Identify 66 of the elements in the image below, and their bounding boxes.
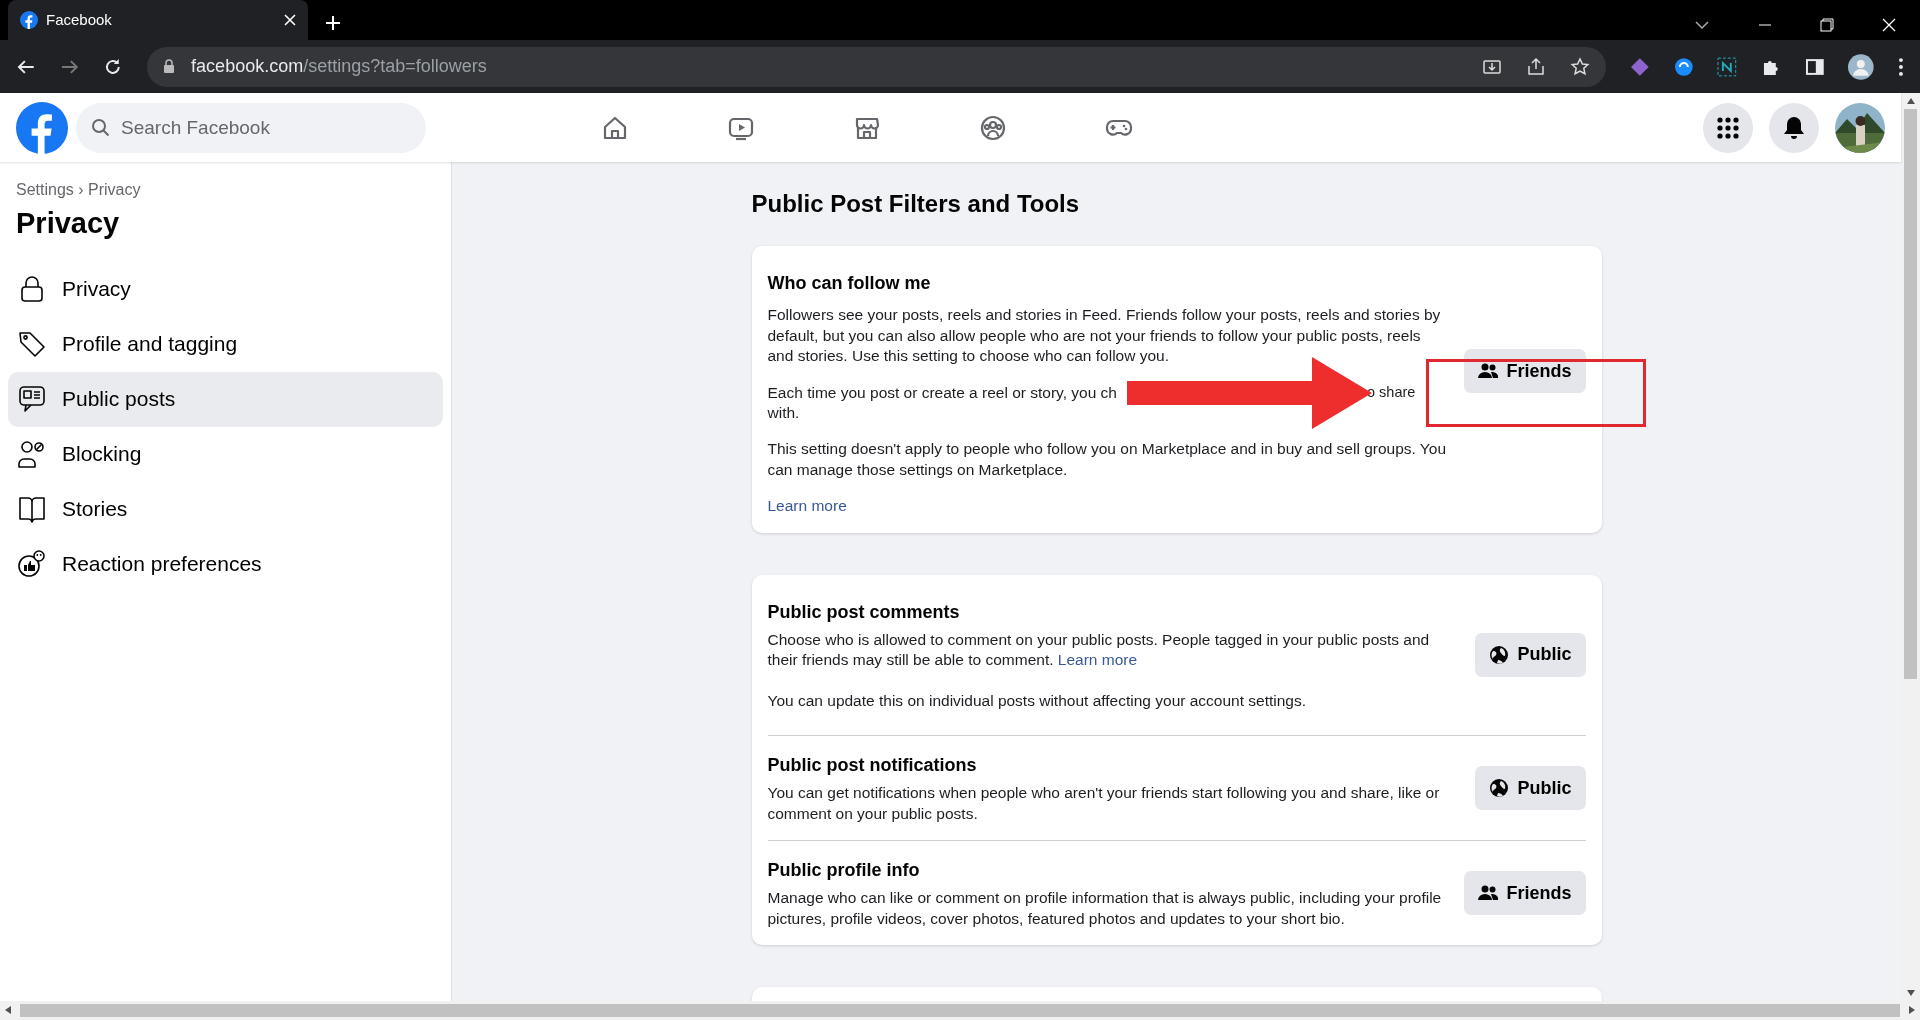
extension-icon[interactable] bbox=[1673, 56, 1694, 77]
globe-icon bbox=[1489, 778, 1510, 799]
bell-icon bbox=[1783, 115, 1805, 140]
audience-button[interactable]: Public bbox=[1475, 766, 1586, 811]
tab-search-icon[interactable] bbox=[1694, 20, 1710, 30]
paragraph-text: You can update this on individual posts without affecting your account settings. bbox=[767, 690, 1308, 711]
facebook-logo[interactable] bbox=[16, 101, 68, 154]
address-bar[interactable]: facebook.com/settings?tab=followers bbox=[147, 46, 1606, 87]
sidebar-item[interactable]: Public posts bbox=[8, 371, 443, 427]
people-icon bbox=[1478, 363, 1499, 380]
scroll-left-icon[interactable] bbox=[4, 1005, 12, 1016]
sidebar-title: Privacy bbox=[15, 206, 121, 242]
section-heading: Public post comments bbox=[767, 600, 961, 624]
scroll-down-icon[interactable] bbox=[1905, 988, 1916, 997]
scroll-up-icon[interactable] bbox=[1905, 97, 1916, 106]
section-heading: Public post notifications bbox=[767, 754, 978, 778]
audience-button[interactable]: Public bbox=[1475, 632, 1586, 677]
scroll-right-icon[interactable] bbox=[1908, 1005, 1916, 1016]
facebook-favicon-icon bbox=[20, 11, 38, 29]
globe-icon bbox=[1489, 644, 1510, 665]
share-icon[interactable] bbox=[1525, 56, 1546, 77]
section-heading: Public profile info bbox=[767, 859, 921, 883]
close-icon[interactable] bbox=[284, 14, 296, 26]
person-blocked-icon bbox=[18, 440, 46, 469]
learn-more-link[interactable]: Learn more bbox=[767, 496, 1449, 517]
search-field[interactable]: Search Facebook bbox=[76, 102, 426, 153]
people-icon bbox=[1478, 885, 1499, 901]
speech-bubble-icon bbox=[18, 385, 46, 414]
notifications-button[interactable] bbox=[1769, 102, 1819, 153]
tag-icon bbox=[18, 330, 46, 359]
learn-more-link[interactable]: Learn more bbox=[1057, 651, 1138, 669]
new-tab-icon[interactable] bbox=[324, 14, 342, 32]
audience-button[interactable]: Friends bbox=[1464, 871, 1586, 915]
lock-icon bbox=[163, 59, 176, 75]
paragraph-text: Each time you post or create a reel or story, you ch bbox=[767, 382, 1117, 403]
extension-icon[interactable] bbox=[1717, 56, 1738, 77]
menu-icon[interactable] bbox=[1898, 56, 1904, 77]
section-heading: Who can follow me bbox=[767, 272, 932, 296]
close-icon[interactable] bbox=[1882, 18, 1896, 32]
star-icon[interactable] bbox=[1569, 56, 1590, 77]
paragraph-text: with. bbox=[767, 404, 800, 421]
paragraph-text: Choose who is allowed to comment on your public posts. People tagged in your public posts and their friends may still be able to comment. Learn more bbox=[767, 629, 1431, 671]
url-text: facebook.com/settings?tab=followers bbox=[191, 55, 487, 79]
book-icon bbox=[18, 495, 46, 524]
lock-icon bbox=[18, 275, 46, 304]
audience-button[interactable]: Friends bbox=[1464, 349, 1586, 394]
profile-avatar[interactable] bbox=[1848, 53, 1875, 80]
paragraph-text: Manage who can like or comment on profile information that is always public, including your profile pictures, profile videos, cover photos, featured photos and updates to your short bio. bbox=[767, 888, 1443, 929]
group-icon[interactable] bbox=[979, 113, 1007, 142]
horizontal-scrollbar[interactable] bbox=[0, 1000, 1920, 1020]
side-panel-icon[interactable] bbox=[1804, 56, 1825, 77]
breadcrumb: Settings › Privacy bbox=[15, 180, 142, 201]
sidebar-item[interactable]: Blocking bbox=[8, 426, 443, 482]
sidebar-item[interactable]: Profile and tagging bbox=[8, 316, 443, 372]
sidebar-item[interactable]: Stories bbox=[8, 481, 443, 537]
paragraph-text: This setting doesn't apply to people who follow you on Marketplace and in buy and sell groups. You can manage those settings on Marketplace. bbox=[767, 439, 1447, 480]
menu-button[interactable] bbox=[1703, 102, 1753, 153]
paragraph-text: Followers see your posts, reels and stories in Feed. Friends follow your posts, reels and stories by default, but you can also allow people who are not your friends to follow your public posts, reels and stories. Use this setting to choose who can follow you. bbox=[767, 305, 1442, 367]
restore-icon[interactable] bbox=[1820, 18, 1834, 32]
paragraph-text: You can get notifications when people who aren't your friends start following you and share, like or comment on your public posts. bbox=[767, 783, 1441, 824]
sidebar-item[interactable]: Reaction preferences bbox=[8, 536, 443, 592]
grid-icon bbox=[1717, 116, 1739, 139]
page-title: Public Post Filters and Tools bbox=[751, 189, 1081, 220]
sidebar-item[interactable]: Privacy bbox=[8, 261, 443, 317]
vertical-scrollbar[interactable] bbox=[1901, 93, 1920, 1001]
reaction-icon bbox=[18, 550, 46, 579]
